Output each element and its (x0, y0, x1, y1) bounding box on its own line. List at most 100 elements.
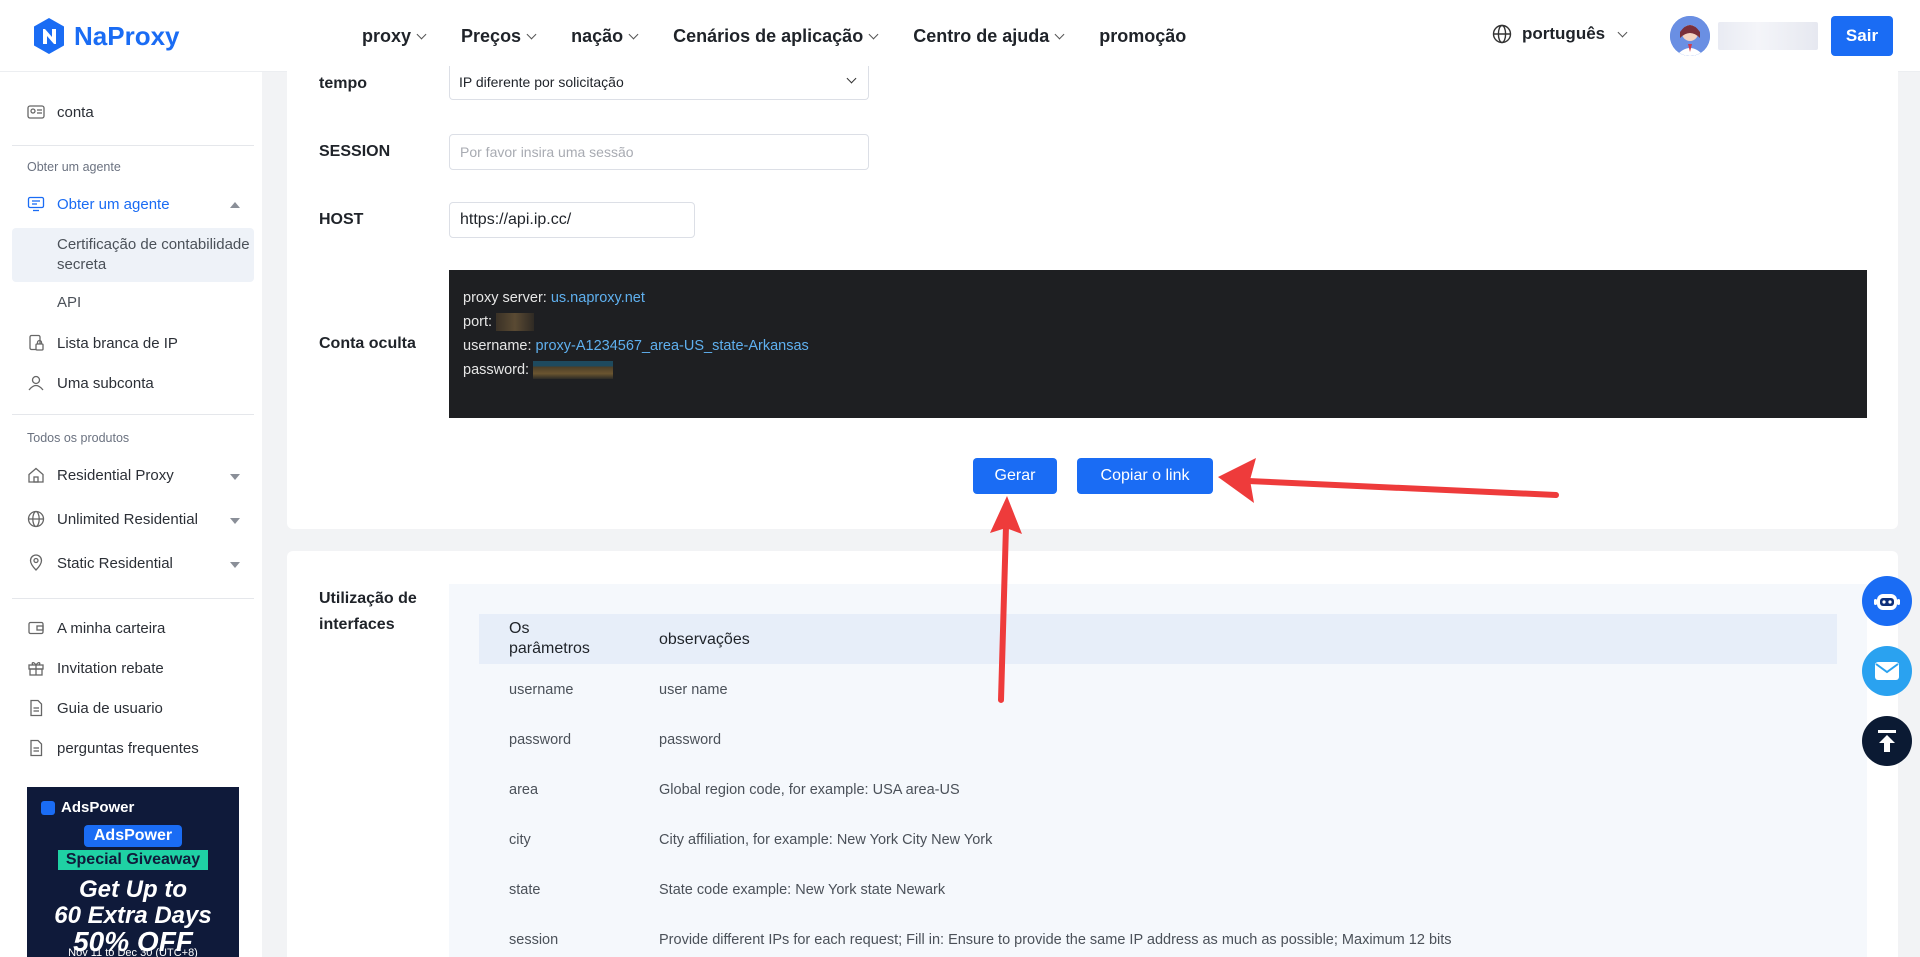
language-selector[interactable]: português (1492, 24, 1628, 44)
chevron-down-icon (628, 29, 639, 39)
field-label-host: HOST (319, 211, 364, 228)
terminal-key: port: (463, 314, 493, 330)
avatar-image-icon (1670, 16, 1710, 56)
chevron-down-icon (1617, 27, 1628, 37)
table-cell-param: password (509, 732, 572, 748)
ad-title: AdsPower Special Giveaway (27, 825, 239, 870)
field-label-conta-oculta: Conta oculta (319, 335, 416, 352)
nav-proxy[interactable]: proxy (362, 25, 427, 47)
nav-precos-label: Preços (461, 25, 522, 46)
interfaces-title: Utilização de interfaces (319, 590, 417, 633)
sidebar-item-static-residential[interactable]: Static Residential (27, 554, 173, 572)
sidebar-item-guia[interactable]: Guia de usuario (27, 699, 163, 717)
sidebar-group-obter-agente[interactable]: Obter um agente (27, 195, 170, 213)
port-redacted (496, 313, 535, 332)
sidebar-item-residential-proxy[interactable]: Residential Proxy (27, 466, 174, 484)
sidebar-item-label: conta (57, 103, 94, 121)
sidebar-item-label: Lista branca de IP (57, 334, 178, 352)
nav-precos[interactable]: Preços (461, 25, 537, 47)
globe-icon (1492, 24, 1512, 44)
table-header-parametros: Os parâmetros (509, 620, 590, 657)
sidebar-item-faq[interactable]: perguntas frequentes (27, 739, 199, 757)
time-select-value: IP diferente por solicitação (459, 74, 624, 90)
terminal-line-server: proxy server: us.naproxy.net (463, 286, 1853, 310)
wallet-icon (28, 621, 44, 635)
brand-name: NaProxy (74, 20, 180, 51)
back-to-top-button[interactable] (1862, 716, 1912, 766)
account-icon (27, 105, 45, 119)
password-redacted (533, 361, 614, 380)
nav-promocao-label: promoção (1099, 25, 1187, 46)
caret-down-icon[interactable] (230, 474, 240, 480)
location-pin-icon (29, 554, 43, 571)
copy-link-button[interactable]: Copiar o link (1077, 458, 1213, 494)
table-cell-param: state (509, 882, 541, 898)
terminal-line-password: password: (463, 358, 1853, 382)
nav-proxy-label: proxy (362, 25, 412, 46)
table-cell-param: city (509, 832, 531, 848)
sidebar-item-label: Unlimited Residential (57, 510, 198, 528)
divider (12, 145, 254, 146)
ad-line2: Special Giveaway (57, 850, 209, 870)
terminal-key: proxy server: (463, 290, 547, 306)
nav-promocao[interactable]: promoção (1099, 26, 1186, 47)
session-input[interactable] (449, 134, 869, 170)
host-input[interactable] (449, 202, 695, 238)
chevron-down-icon (846, 73, 857, 84)
mail-icon (1875, 662, 1899, 680)
ad-line1: AdsPower (83, 825, 183, 847)
table-cell-param: area (509, 782, 539, 798)
ad-headline: Get Up to 60 Extra Days 50% OFF (27, 877, 239, 956)
nav-nacao[interactable]: nação (571, 25, 639, 47)
section-title-products: Todos os produtos (27, 431, 130, 445)
time-select[interactable]: IP diferente por solicitação (449, 66, 869, 100)
sidebar-subitem-api[interactable]: API (57, 294, 81, 311)
field-label-tempo: tempo (319, 75, 367, 92)
sidebar-item-ip-whitelist[interactable]: Lista branca de IP (27, 334, 178, 352)
terminal-line-port: port: (463, 310, 1853, 334)
table-cell-note: City affiliation, for example: New York … (659, 832, 993, 848)
ad-brand: AdsPower (41, 799, 134, 816)
sidebar-item-label: API (57, 294, 82, 311)
sidebar-item-label: Static Residential (57, 554, 173, 572)
nav-nacao-label: nação (571, 25, 624, 46)
sidebar-item-label: perguntas frequentes (57, 739, 199, 757)
sidebar-item-label: Obter um agente (57, 195, 170, 213)
generate-button[interactable]: Gerar (973, 458, 1057, 494)
user-avatar[interactable] (1670, 16, 1710, 56)
sidebar-item-conta[interactable]: conta (27, 103, 94, 121)
terminal-value: proxy-A1234567_area-US_state-Arkansas (535, 338, 809, 354)
table-cell-note: Global region code, for example: USA are… (659, 782, 960, 798)
email-button[interactable] (1862, 646, 1912, 696)
nav-centro-ajuda[interactable]: Centro de ajuda (913, 26, 1065, 47)
caret-down-icon[interactable] (230, 562, 240, 568)
sidebar-item-label: A minha carteira (57, 619, 166, 637)
terminal-value: us.naproxy.net (550, 290, 645, 306)
divider (12, 414, 254, 415)
sidebar-item-unlimited-residential[interactable]: Unlimited Residential (27, 510, 198, 528)
globe-icon (27, 510, 45, 528)
nav-cenarios[interactable]: Cenários de aplicação (673, 26, 879, 47)
sidebar-item-label: Certificação de contabilidade secreta (57, 236, 250, 273)
adspower-banner[interactable]: AdsPower AdsPower Special Giveaway Get U… (27, 787, 239, 957)
chatbot-button[interactable] (1862, 576, 1912, 626)
adspower-logo-icon (41, 800, 55, 815)
sidebar-item-subconta[interactable]: Uma subconta (27, 374, 154, 392)
brand-logo[interactable]: NaProxy (32, 16, 180, 56)
sidebar-item-label: Invitation rebate (57, 659, 164, 677)
chevron-down-icon (416, 29, 427, 39)
sidebar-item-label: Guia de usuario (57, 699, 163, 717)
section-title-agent: Obter um agente (27, 160, 121, 174)
logout-button[interactable]: Sair (1831, 16, 1893, 56)
sidebar-subitem-certificacao[interactable]: Certificação de contabilidade secreta (57, 235, 257, 275)
document-icon (30, 699, 43, 717)
ad-brand-label: AdsPower (61, 799, 135, 816)
document-icon (30, 739, 43, 757)
table-cell-param: session (509, 932, 559, 948)
chevron-down-icon (526, 29, 537, 39)
sidebar-item-invitation[interactable]: Invitation rebate (27, 659, 164, 677)
language-label: português (1522, 24, 1606, 43)
sidebar-item-carteira[interactable]: A minha carteira (27, 619, 165, 637)
caret-down-icon[interactable] (230, 518, 240, 524)
user-icon (28, 375, 44, 391)
